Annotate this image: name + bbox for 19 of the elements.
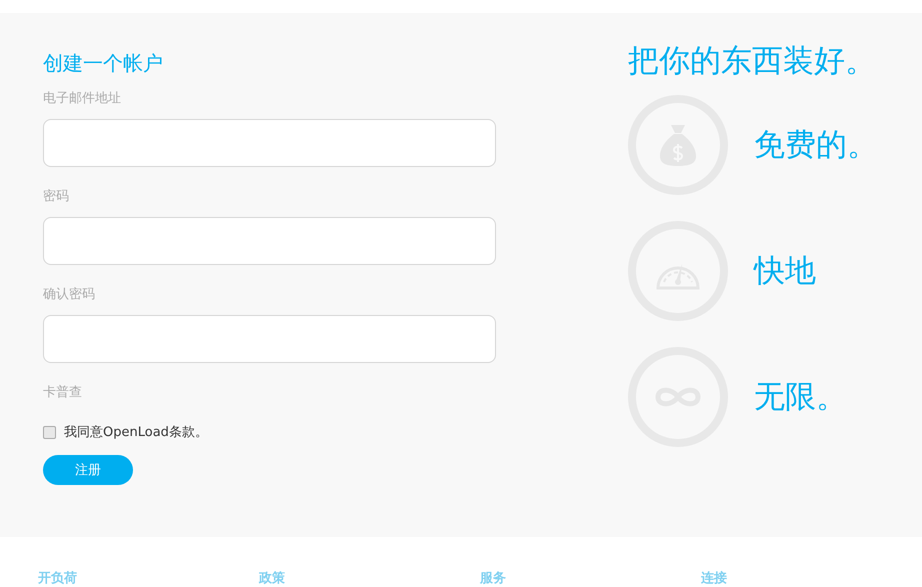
feature-label: 免费的。 (754, 126, 878, 165)
footer-heading: 连接 (701, 571, 728, 587)
footer-heading: 政策 (259, 571, 286, 587)
feature-label: 无限。 (754, 378, 847, 417)
field-label: 电子邮件地址 (43, 91, 122, 107)
terms-checkbox[interactable] (43, 426, 56, 438)
footer-heading: 开负荷 (38, 571, 78, 587)
footer-heading: 服务 (480, 571, 507, 587)
field-label: 密码 (43, 189, 70, 205)
terms-label: 我同意OpenLoad条款。 (64, 424, 208, 441)
feature-label: 快地 (754, 252, 816, 291)
captcha-label: 卡普查 (43, 385, 83, 401)
register-button[interactable]: 注册 (43, 455, 133, 485)
input-field[interactable] (43, 315, 496, 363)
features-heading: 把你的东西装好。 (628, 42, 877, 81)
input-field[interactable] (43, 217, 496, 265)
field-label: 确认密码 (43, 287, 96, 303)
input-field[interactable] (43, 119, 496, 167)
form-title: 创建一个帐户 (43, 50, 164, 76)
